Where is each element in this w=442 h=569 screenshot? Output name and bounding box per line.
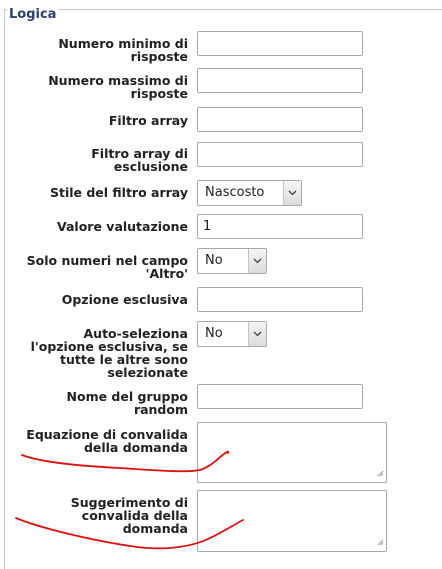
chevron-down-icon [248, 249, 266, 273]
autoselect-exclusive-value: No [205, 326, 223, 341]
validation-equation-label: Equazione di convalida della domanda [26, 427, 188, 455]
autoselect-exclusive-label: Auto-seleziona l'opzione esclusiva, se t… [30, 326, 188, 380]
resize-grip-icon[interactable] [377, 535, 384, 549]
min-answers-input[interactable] [197, 31, 363, 56]
section-legend: Logica [7, 7, 59, 23]
max-answers-input[interactable] [197, 68, 363, 93]
validation-tip-label: Suggerimento di convalida della domanda [70, 495, 188, 536]
min-answers-label: Numero minimo di risposte [58, 36, 188, 64]
array-filter-exclusion-input[interactable] [197, 142, 363, 167]
resize-grip-icon[interactable] [377, 466, 384, 480]
validation-tip-textarea[interactable] [197, 490, 387, 552]
assessment-value-input[interactable]: 1 [197, 214, 363, 239]
other-numbers-only-label: Solo numeri nel campo 'Altro' [26, 253, 188, 281]
array-filter-input[interactable] [197, 107, 363, 132]
array-filter-style-label: Stile del filtro array [49, 185, 188, 200]
other-numbers-only-value: No [205, 253, 223, 268]
random-group-input[interactable] [197, 384, 363, 409]
exclusive-option-input[interactable] [197, 287, 363, 312]
array-filter-exclusion-label: Filtro array di esclusione [91, 146, 188, 174]
validation-equation-textarea[interactable] [197, 422, 387, 483]
array-filter-style-value: Nascosto [205, 185, 265, 200]
exclusive-option-label: Opzione esclusiva [61, 292, 188, 307]
array-filter-label: Filtro array [108, 113, 188, 128]
autoselect-exclusive-select[interactable]: No [197, 321, 267, 347]
chevron-down-icon [283, 181, 301, 205]
array-filter-style-select[interactable]: Nascosto [197, 180, 302, 206]
chevron-down-icon [248, 322, 266, 346]
max-answers-label: Numero massimo di risposte [48, 73, 188, 101]
random-group-label: Nome del gruppo random [66, 389, 188, 417]
other-numbers-only-select[interactable]: No [197, 248, 267, 274]
assessment-value-label: Valore valutazione [57, 219, 188, 234]
